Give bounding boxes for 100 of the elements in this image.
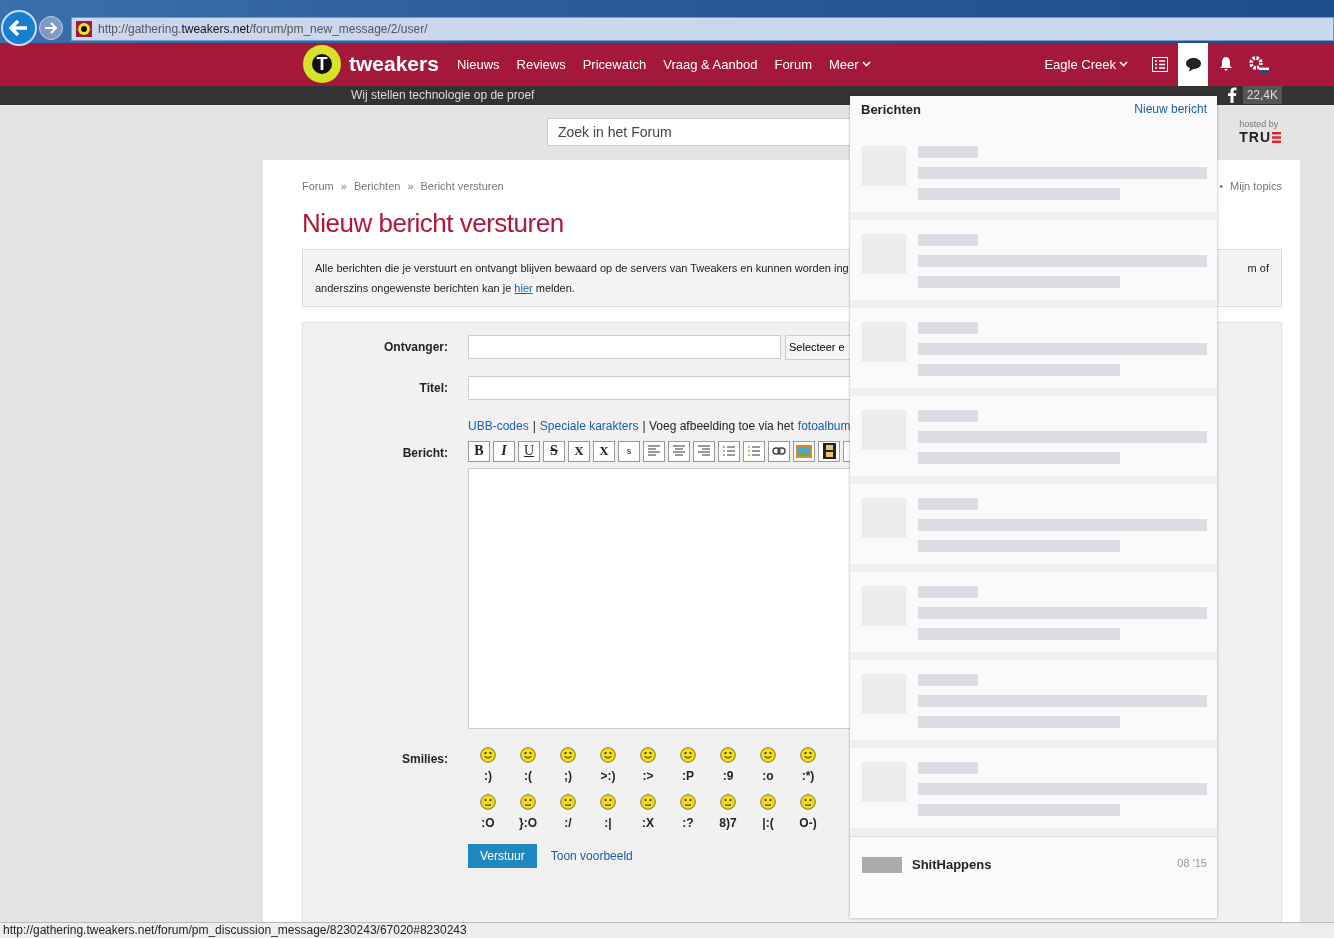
nav-link[interactable]: Meer bbox=[829, 56, 871, 72]
address-bar[interactable]: http://gathering.tweakers.net/forum/pm_new_message/2/user/ bbox=[71, 16, 1334, 41]
facebook-icon[interactable] bbox=[1226, 87, 1237, 104]
separator-dot: • bbox=[1219, 179, 1224, 192]
bell-icon bbox=[1218, 56, 1234, 73]
format-button[interactable]: X bbox=[593, 440, 615, 462]
site-icon bbox=[76, 20, 92, 37]
nav-link[interactable]: Forum bbox=[774, 56, 812, 72]
field-label: Bericht: bbox=[401, 444, 448, 460]
breadcrumb-link[interactable]: Berichten bbox=[353, 179, 401, 192]
blurred-text bbox=[918, 762, 978, 774]
smiley-code: :*) bbox=[801, 768, 815, 783]
smiley-icon[interactable] bbox=[520, 746, 536, 763]
format-button[interactable]: s bbox=[618, 440, 640, 462]
smiley-icon[interactable] bbox=[560, 793, 576, 810]
breadcrumb-separator: » bbox=[340, 179, 347, 192]
forward-button[interactable] bbox=[39, 15, 63, 40]
smiley-code: ;) bbox=[564, 768, 572, 783]
notice-text-end: m of bbox=[1247, 261, 1269, 274]
smiley-code: 8)7 bbox=[719, 815, 737, 830]
nav-link[interactable]: Pricewatch bbox=[582, 56, 647, 72]
smiley-code: >:) bbox=[600, 768, 616, 783]
image-icon bbox=[796, 444, 812, 458]
smiley-icon[interactable] bbox=[600, 746, 616, 763]
smiley-icon[interactable] bbox=[480, 746, 496, 763]
breadcrumb-link[interactable]: Forum bbox=[302, 179, 334, 192]
align-icon bbox=[672, 445, 686, 458]
smiley-icon[interactable] bbox=[480, 793, 496, 810]
url-text: http://gathering.tweakers.net/forum/pm_new_message/2/user/ bbox=[98, 21, 428, 36]
smiley-code: :/ bbox=[564, 815, 572, 830]
smiley-icon[interactable] bbox=[720, 793, 736, 810]
smiley-icon[interactable] bbox=[520, 793, 536, 810]
host-logo[interactable]: TRU bbox=[1239, 129, 1281, 146]
chain-link-icon bbox=[772, 447, 786, 456]
like-count: 22,4K bbox=[1242, 86, 1282, 105]
breadcrumb-link[interactable]: Bericht versturen bbox=[420, 179, 504, 192]
smiley-icon[interactable] bbox=[600, 793, 616, 810]
nav-link[interactable]: Vraag & Aanbod bbox=[663, 56, 758, 72]
send-button[interactable]: Verstuur bbox=[468, 843, 537, 868]
chat-bubble-icon bbox=[1184, 56, 1202, 72]
format-button[interactable] bbox=[818, 440, 840, 462]
nav-icon-button[interactable] bbox=[1178, 42, 1208, 86]
notice-text: Alle berichten die je verstuurt en ontvangt blijven bewaard op de servers van Tweakers en kunnen worden ing bbox=[315, 261, 849, 274]
logo[interactable]: T tweakers bbox=[303, 45, 439, 84]
smiley-code: }:O bbox=[519, 815, 537, 830]
nav-link[interactable]: Nieuws bbox=[456, 56, 500, 72]
help-link[interactable]: UBB-codes bbox=[468, 418, 529, 433]
status-url: http://gathering.tweakers.net/forum/pm_discussion_message/8230243/67020#8230243 bbox=[3, 923, 467, 938]
format-button[interactable]: U bbox=[518, 440, 540, 462]
message-date: 08 '15 bbox=[1177, 857, 1207, 869]
align-icon bbox=[647, 445, 661, 458]
help-link[interactable]: fotoalbum bbox=[797, 418, 851, 433]
smiley-code: :( bbox=[524, 768, 532, 783]
forward-arrow-icon bbox=[44, 21, 58, 34]
back-button[interactable] bbox=[1, 9, 37, 46]
recipient-field[interactable] bbox=[468, 334, 781, 359]
smiley-icon[interactable] bbox=[640, 746, 656, 763]
smiley-code: :o bbox=[762, 768, 774, 783]
smiley-code: :? bbox=[682, 815, 694, 830]
blurred-text bbox=[918, 410, 978, 422]
help-text: | bbox=[532, 418, 536, 433]
format-button[interactable]: I bbox=[493, 440, 515, 462]
user-menu[interactable]: Eagle Creek bbox=[1044, 56, 1128, 72]
smiley-icon[interactable] bbox=[640, 793, 656, 810]
report-link[interactable]: hier bbox=[514, 281, 533, 294]
logo-text: tweakers bbox=[349, 52, 439, 77]
smiley-code: :P bbox=[682, 768, 694, 783]
smiley-icon[interactable] bbox=[680, 746, 696, 763]
align-icon bbox=[697, 445, 711, 458]
tagline: Wij stellen technologie op de proef bbox=[351, 88, 535, 103]
caret-icon bbox=[1119, 61, 1128, 68]
smiley-icon[interactable] bbox=[720, 746, 736, 763]
preview-link[interactable]: Toon voorbeeld bbox=[550, 848, 633, 863]
format-button[interactable] bbox=[768, 440, 790, 462]
help-link[interactable]: Speciale karakters bbox=[539, 418, 639, 433]
blurred-text bbox=[918, 146, 978, 158]
back-arrow-icon bbox=[9, 18, 29, 37]
smiley-code: O-) bbox=[799, 815, 817, 830]
list-icon bbox=[722, 445, 736, 458]
breadcrumb-separator: » bbox=[407, 179, 414, 192]
format-button[interactable]: S bbox=[543, 440, 565, 462]
new-message-link[interactable]: Nieuw bericht bbox=[1134, 102, 1207, 132]
blurred-text bbox=[918, 674, 978, 686]
stripes-icon bbox=[1272, 131, 1281, 143]
format-button[interactable]: X bbox=[568, 440, 590, 462]
settings-icon bbox=[1248, 55, 1270, 74]
smiley-icon[interactable] bbox=[760, 746, 776, 763]
my-topics-link[interactable]: Mijn topics bbox=[1230, 179, 1282, 192]
nav-link[interactable]: Reviews bbox=[516, 56, 566, 72]
smiley-icon[interactable] bbox=[800, 746, 816, 763]
smiley-code: :) bbox=[484, 768, 492, 783]
smiley-icon[interactable] bbox=[800, 793, 816, 810]
smiley-code: :O bbox=[481, 815, 495, 830]
smiley-icon[interactable] bbox=[760, 793, 776, 810]
field-label: Smilies: bbox=[400, 750, 448, 766]
dropdown-title: Berichten bbox=[861, 102, 921, 119]
avatar-placeholder bbox=[862, 857, 902, 873]
smiley-icon[interactable] bbox=[680, 793, 696, 810]
smiley-icon[interactable] bbox=[560, 746, 576, 763]
format-button[interactable]: B bbox=[468, 440, 490, 462]
